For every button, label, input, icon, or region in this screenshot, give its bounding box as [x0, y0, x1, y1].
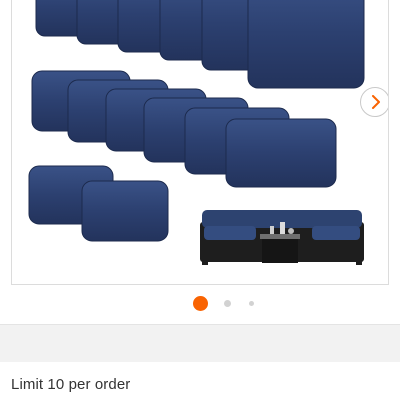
back-cushion	[247, 0, 365, 89]
product-image-gallery[interactable]	[11, 0, 389, 285]
product-image	[28, 0, 365, 265]
carousel-pagination	[0, 296, 400, 312]
ottoman-cushion	[81, 180, 169, 242]
pagination-dot[interactable]	[224, 300, 231, 307]
pagination-dot-active[interactable]	[193, 296, 208, 311]
next-image-button[interactable]	[360, 87, 388, 117]
section-divider	[0, 324, 400, 362]
chevron-right-icon	[372, 95, 380, 109]
pagination-dot[interactable]	[249, 301, 254, 306]
sectional-sofa	[200, 210, 364, 265]
seat-cushion	[225, 118, 337, 188]
order-limit-text: Limit 10 per order	[11, 376, 131, 393]
